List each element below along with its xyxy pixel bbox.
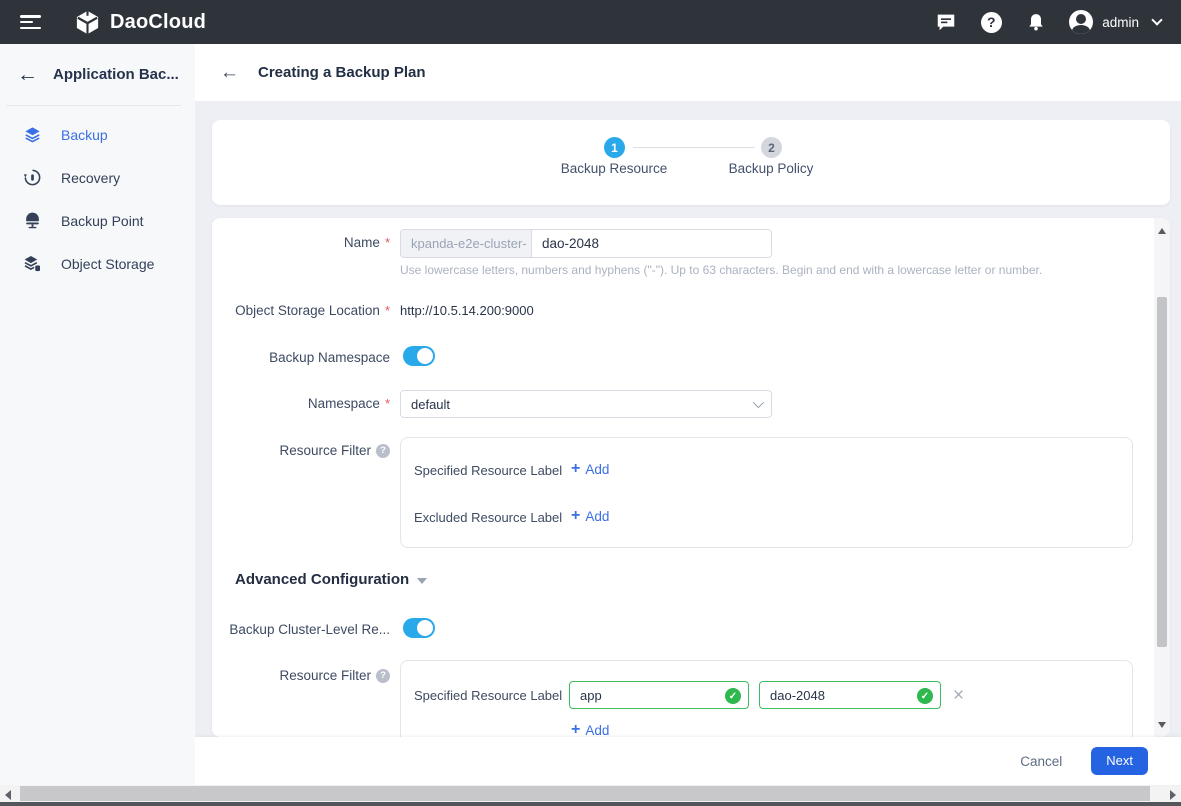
notifications-bell-icon[interactable] <box>1024 10 1048 34</box>
user-avatar[interactable] <box>1069 10 1093 34</box>
resource-filter-label: Resource Filter ? <box>212 443 390 458</box>
name-prefix: kpanda-e2e-cluster- <box>401 230 532 257</box>
name-input-group: kpanda-e2e-cluster- <box>400 229 772 258</box>
caret-down-icon <box>417 578 427 584</box>
step-1-label: Backup Resource <box>534 161 694 176</box>
label-key-input[interactable] <box>570 682 748 708</box>
label-key-field: ✓ <box>569 681 749 709</box>
sidebar-item-recovery[interactable]: Recovery <box>0 156 195 199</box>
label-value-input[interactable] <box>760 682 940 708</box>
brand: DaoCloud <box>74 9 206 36</box>
specified-resource-label: Specified Resource Label <box>414 688 562 703</box>
required-marker: * <box>385 303 390 318</box>
namespace-label: Namespace* <box>212 396 390 411</box>
label-value-field: ✓ <box>759 681 941 709</box>
sidebar-item-label: Object Storage <box>61 256 154 272</box>
menu-hamburger-icon[interactable] <box>20 15 41 29</box>
step-2-circle: 2 <box>761 137 782 158</box>
object-storage-location-value: http://10.5.14.200:9000 <box>400 303 534 318</box>
step-2-label: Backup Policy <box>691 161 851 176</box>
scroll-up-arrow-icon[interactable] <box>1158 228 1166 234</box>
messages-icon[interactable] <box>934 10 958 34</box>
resource-filter-2-label: Resource Filter ? <box>212 668 390 683</box>
cancel-button[interactable]: Cancel <box>1020 754 1062 769</box>
excluded-resource-label: Excluded Resource Label <box>414 510 562 525</box>
restore-icon <box>22 168 42 188</box>
valid-check-icon: ✓ <box>917 688 933 704</box>
sidebar-item-label: Backup <box>61 127 108 143</box>
add-specified-label-button[interactable]: + Add <box>571 461 609 477</box>
chevron-down-icon <box>753 397 764 408</box>
plus-icon: + <box>571 461 580 477</box>
object-storage-icon <box>22 254 42 274</box>
vertical-scrollbar-thumb[interactable] <box>1157 297 1167 647</box>
remove-label-row-icon[interactable]: × <box>953 686 964 705</box>
specified-resource-label: Specified Resource Label <box>414 463 562 478</box>
user-menu-chevron-down-icon[interactable] <box>1151 14 1162 25</box>
backup-namespace-toggle[interactable] <box>403 346 435 366</box>
sidebar-back-arrow-icon[interactable]: ← <box>17 64 38 85</box>
required-marker: * <box>385 235 390 250</box>
resource-filter-box: Specified Resource Label + Add Excluded … <box>400 437 1133 548</box>
next-button[interactable]: Next <box>1091 747 1148 775</box>
form-footer: Cancel Next <box>195 737 1181 785</box>
add-specified-label-2-button[interactable]: + Add <box>571 722 609 737</box>
help-tooltip-icon[interactable]: ? <box>376 669 390 683</box>
sidebar-item-label: Backup Point <box>61 213 144 229</box>
resource-filter-2-box: Specified Resource Label ✓ ✓ × + Add <box>400 660 1133 737</box>
sidebar-item-backup[interactable]: Backup <box>0 113 195 156</box>
layers-icon <box>22 125 42 145</box>
top-navbar: DaoCloud ? admin <box>0 0 1181 44</box>
add-excluded-label-button[interactable]: + Add <box>571 508 609 524</box>
sidebar-item-label: Recovery <box>61 170 120 186</box>
page-back-arrow-icon[interactable]: ← <box>220 63 239 82</box>
valid-check-icon: ✓ <box>725 688 741 704</box>
sidebar-item-object-storage[interactable]: Object Storage <box>0 242 195 285</box>
step-1-circle: 1 <box>604 137 625 158</box>
plus-icon: + <box>571 722 580 737</box>
backup-plan-form: Name* kpanda-e2e-cluster- Use lowercase … <box>212 218 1170 737</box>
namespace-selected-value: default <box>411 397 450 412</box>
scroll-left-arrow-icon[interactable] <box>5 790 11 800</box>
stepper-connector <box>633 147 755 148</box>
help-icon[interactable]: ? <box>979 10 1003 34</box>
name-help-text: Use lowercase letters, numbers and hyphe… <box>400 263 1042 277</box>
window-bottom-edge <box>0 802 1181 806</box>
daocloud-logo-icon <box>74 9 101 36</box>
name-label: Name* <box>212 235 390 250</box>
object-storage-location-label: Object Storage Location* <box>212 303 390 318</box>
username-label: admin <box>1102 15 1139 30</box>
page-title: Creating a Backup Plan <box>258 64 426 81</box>
backup-namespace-label: Backup Namespace <box>212 350 390 365</box>
required-marker: * <box>385 396 390 411</box>
help-tooltip-icon[interactable]: ? <box>376 444 390 458</box>
backup-cluster-level-toggle[interactable] <box>403 618 435 638</box>
backup-cluster-level-label: Backup Cluster-Level Re... <box>212 622 390 637</box>
advanced-configuration-toggle[interactable]: Advanced Configuration <box>235 571 427 588</box>
plus-icon: + <box>571 508 580 524</box>
stepper-card: 1 2 Backup Resource Backup Policy <box>212 120 1170 205</box>
sidebar-title: Application Bac... <box>53 66 179 83</box>
scroll-right-arrow-icon[interactable] <box>1170 790 1176 800</box>
page-header: ← Creating a Backup Plan <box>195 44 1181 101</box>
namespace-select[interactable]: default <box>400 390 772 418</box>
scroll-down-arrow-icon[interactable] <box>1158 722 1166 728</box>
sidebar-item-backup-point[interactable]: Backup Point <box>0 199 195 242</box>
brand-name: DaoCloud <box>110 11 206 34</box>
sidebar: ← Application Bac... Backup Re <box>0 44 195 785</box>
horizontal-scrollbar-thumb[interactable] <box>20 786 1150 801</box>
name-input[interactable] <box>532 230 771 257</box>
storage-drive-icon <box>22 211 42 231</box>
